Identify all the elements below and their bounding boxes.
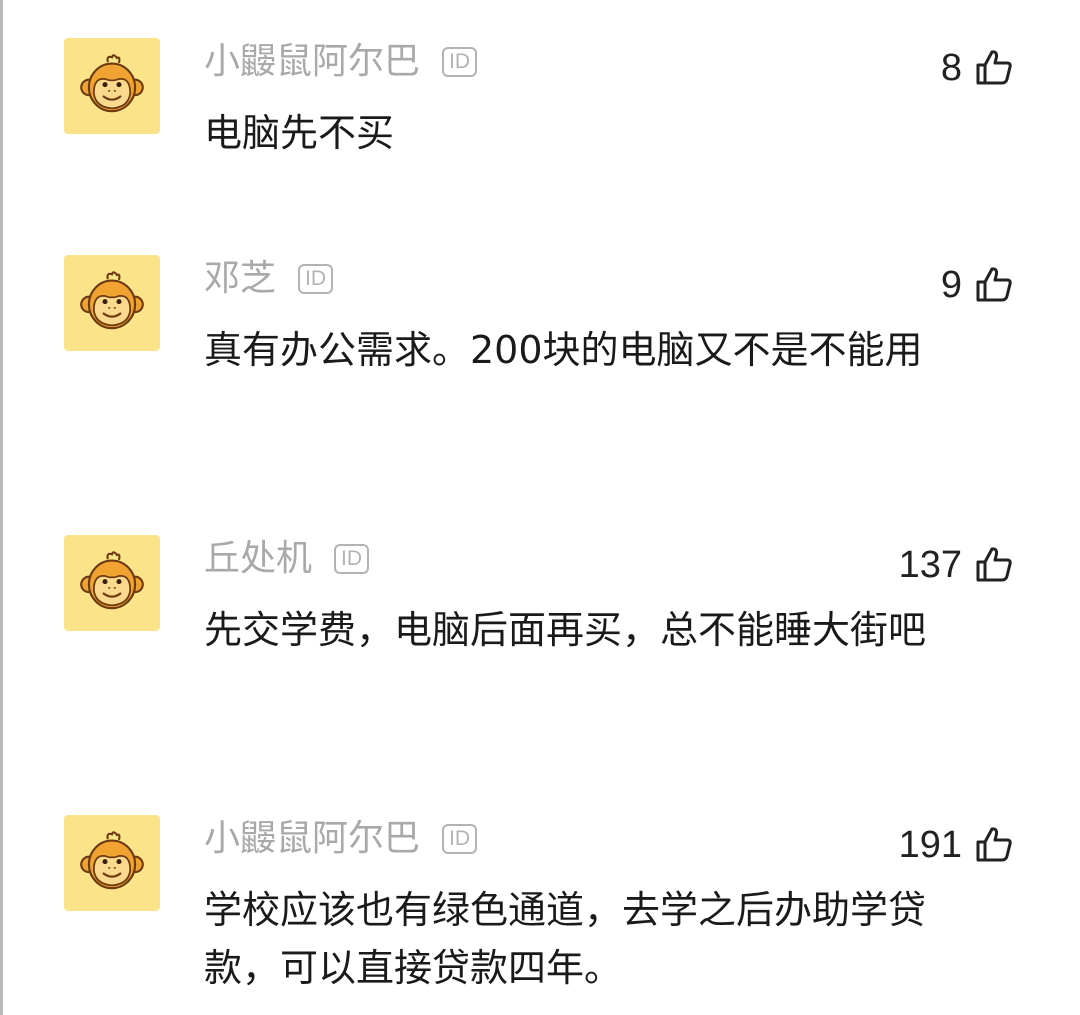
avatar[interactable] xyxy=(64,815,160,911)
id-badge: ID xyxy=(442,824,478,854)
like-button[interactable]: 191 xyxy=(899,823,1014,867)
username-text[interactable]: 邓芝 xyxy=(204,257,276,301)
avatar[interactable] xyxy=(64,38,160,134)
username[interactable]: 小鼹鼠阿尔巴 ID xyxy=(204,40,478,84)
username[interactable]: 小鼹鼠阿尔巴 ID xyxy=(204,817,478,861)
username[interactable]: 丘处机 ID xyxy=(204,537,370,581)
username[interactable]: 邓芝 ID xyxy=(204,257,334,301)
like-count: 137 xyxy=(898,544,962,586)
id-badge: ID xyxy=(442,47,478,77)
comment-text: 学校应该也有绿色通道，去学之后办助学贷款，可以直接贷款四年。 xyxy=(204,888,927,990)
username-text[interactable]: 小鼹鼠阿尔巴 xyxy=(204,817,420,861)
monkey-avatar-icon xyxy=(80,551,144,610)
like-button[interactable]: 137 xyxy=(899,543,1014,587)
comment-text: 真有办公需求。200块的电脑又不是不能用 xyxy=(204,328,923,372)
username-text[interactable]: 小鼹鼠阿尔巴 xyxy=(204,40,420,84)
like-count: 8 xyxy=(940,47,962,89)
like-button[interactable]: 9 xyxy=(941,263,1014,307)
thumbs-up-icon[interactable] xyxy=(974,265,1014,305)
thumbs-up-icon[interactable] xyxy=(974,825,1014,865)
comment-list: 小鼹鼠阿尔巴 ID 8 电脑先不买 邓芝 ID 9 真有办公需求。200块的电脑… xyxy=(0,0,1080,1015)
id-badge: ID xyxy=(298,264,334,294)
avatar[interactable] xyxy=(64,535,160,631)
id-badge: ID xyxy=(334,544,370,574)
like-count: 191 xyxy=(898,824,962,866)
like-button[interactable]: 8 xyxy=(941,46,1014,90)
username-text[interactable]: 丘处机 xyxy=(204,537,312,581)
comment-text: 先交学费，电脑后面再买，总不能睡大街吧 xyxy=(204,608,927,652)
thumbs-up-icon[interactable] xyxy=(974,545,1014,585)
monkey-avatar-icon xyxy=(80,271,144,330)
avatar[interactable] xyxy=(64,255,160,351)
like-count: 9 xyxy=(940,264,962,306)
monkey-avatar-icon xyxy=(80,831,144,890)
comment-text: 电脑先不买 xyxy=(204,111,395,155)
monkey-avatar-icon xyxy=(80,54,144,113)
thumbs-up-icon[interactable] xyxy=(974,48,1014,88)
